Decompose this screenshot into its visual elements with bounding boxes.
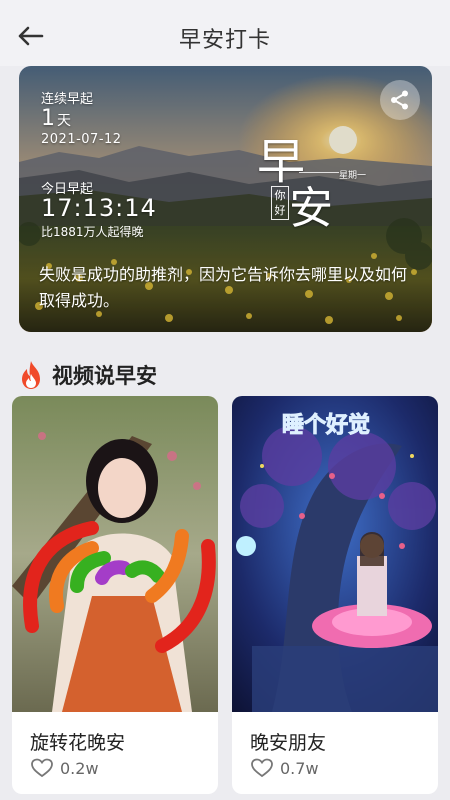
share-icon [391,90,408,110]
heart-icon [251,758,273,778]
calligraphy-an: 安 [289,183,333,234]
fire-icon [22,361,40,389]
daily-quote: 失败是成功的助推剂，因为它告诉你去哪里以及如何取得成功。 [39,265,408,310]
streak-label: 连续早起 [41,92,94,107]
streak-unit: 天 [57,113,71,129]
streak-date: 2021-07-12 [41,132,122,147]
video-thumbnail: 睡个好觉 [232,396,438,712]
header-bar: 早安打卡 [0,0,450,66]
overlay-title: 睡个好觉 [282,412,370,438]
good-night-thumbnail-image: 睡个好觉 [232,396,438,712]
heart-icon [31,758,53,778]
page-title: 早安打卡 [178,28,271,53]
video-title: 旋转花晚安 [30,732,126,754]
video-card[interactable]: 旋转花晚安 0.2w [12,396,218,794]
like-count[interactable]: 0.2w [30,758,99,778]
video-title: 晚安朋友 [250,732,327,754]
section-title-text: 视频说早安 [52,364,157,388]
like-count-value: 0.7w [280,758,319,778]
like-count-value: 0.2w [60,758,99,778]
weekday-label: 星期一 [339,171,367,181]
video-card[interactable]: 睡个好觉 晚安朋友 0.7w [232,396,438,794]
video-thumbnail [12,396,218,712]
rotating-flower-thumbnail-image [12,396,218,712]
share-button[interactable] [380,80,420,120]
streak-count: 1 [41,106,55,131]
streak-value: 1天 [41,106,71,131]
checkin-card: 连续早起 1天 2021-07-12 今日早起 17:13:14 比1881万人… [19,66,432,332]
like-count[interactable]: 0.7w [250,758,319,778]
wake-time: 17:13:14 [41,194,157,222]
rank-text: 比1881万人起得晚 [41,225,144,239]
section-title: 视频说早安 [18,360,157,390]
nihao-stamp: 你好 [271,186,289,220]
